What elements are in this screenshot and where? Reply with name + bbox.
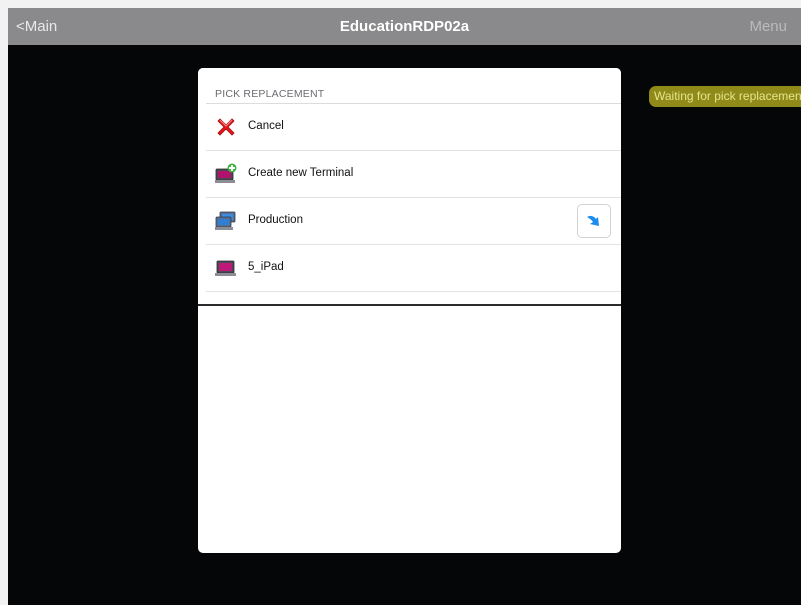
list-bottom-divider (198, 304, 621, 306)
page-title: EducationRDP02a (339, 18, 470, 35)
list-item-label: Create new Terminal (248, 167, 354, 179)
pick-replacement-dialog: PICK REPLACEMENT Cancel Create new Termi… (198, 68, 621, 553)
section-header: PICK REPLACEMENT (215, 88, 325, 100)
list-item-label: Cancel (248, 120, 284, 132)
replacement-list: PICK REPLACEMENT Cancel Create new Termi… (198, 68, 621, 304)
list-item-label: Production (248, 214, 303, 226)
list-item-production[interactable]: Production (198, 198, 621, 245)
status-badge: Waiting for pick replacement (649, 86, 801, 107)
curved-arrow-icon (587, 215, 599, 226)
terminal-group-icon (215, 210, 237, 232)
list-item-create-new-terminal[interactable]: Create new Terminal (198, 151, 621, 198)
list-item-cancel[interactable]: Cancel (198, 104, 621, 151)
menu-button[interactable]: Menu (749, 18, 787, 35)
list-item-label: 5_iPad (248, 261, 284, 273)
navigation-bar: <Main EducationRDP02a Menu (8, 8, 801, 45)
new-terminal-icon (215, 163, 237, 185)
list-item-5-ipad[interactable]: 5_iPad (198, 245, 621, 292)
cancel-x-icon (215, 116, 237, 138)
disclosure-button[interactable] (577, 204, 611, 238)
remote-desktop-screen: <Main EducationRDP02a Menu Waiting for p… (8, 8, 801, 605)
divider (206, 291, 621, 292)
terminal-icon (215, 257, 237, 279)
back-main-button[interactable]: <Main (16, 18, 57, 35)
